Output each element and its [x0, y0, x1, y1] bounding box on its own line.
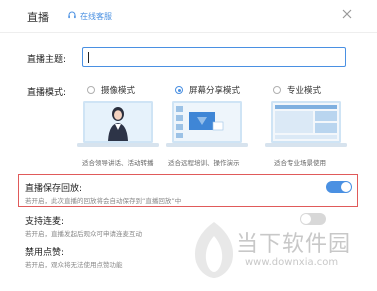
text-caret — [88, 52, 89, 63]
save-replay-label: 直播保存回放: — [25, 184, 83, 194]
watermark-text: 当下软件园 — [236, 232, 352, 257]
co-stream-label: 支持连麦: — [25, 217, 65, 227]
toggle-knob — [301, 214, 311, 224]
mode-screen-share-desc: 适合远程培训、操作演示 — [168, 159, 240, 167]
disable-likes-desc: 若开启，观众将无法使用点赞功能 — [25, 261, 123, 269]
radio-screen-share[interactable] — [175, 86, 183, 94]
screen-share-illustration[interactable] — [164, 100, 250, 150]
watermark-logo-icon — [194, 222, 234, 278]
co-stream-desc: 若开启，直播发起后观众可申请连麦互动 — [25, 230, 142, 238]
professional-mode-illustration[interactable] — [263, 100, 349, 150]
watermark-url: www.downxia.com — [245, 257, 339, 268]
save-replay-toggle[interactable] — [326, 181, 352, 193]
save-replay-desc: 若开启，此次直播的回放将会自动保存到“直播回放”中 — [25, 197, 182, 205]
headset-icon[interactable] — [67, 10, 77, 20]
dialog-title: 直播 — [27, 11, 49, 24]
close-icon[interactable] — [341, 8, 353, 20]
disable-likes-label: 禁用点赞: — [25, 248, 65, 258]
dialog-header: 直播 在线客服 — [0, 0, 377, 33]
mode-professional-label: 专业模式 — [287, 86, 322, 96]
mode-camera-desc: 适合领导讲话、活动转播 — [82, 159, 154, 167]
co-stream-toggle[interactable] — [300, 213, 326, 225]
radio-camera[interactable] — [87, 86, 95, 94]
topic-input[interactable] — [82, 47, 346, 67]
topic-label: 直播主题: — [27, 55, 67, 65]
camera-mode-illustration[interactable] — [75, 100, 161, 150]
radio-professional[interactable] — [273, 86, 281, 94]
mode-professional-desc: 适合专业场景使用 — [274, 159, 326, 167]
mode-screen-share-label: 屏幕分享模式 — [189, 86, 241, 96]
mode-label: 直播模式: — [27, 88, 67, 98]
online-service-link[interactable]: 在线客服 — [80, 11, 112, 22]
toggle-knob — [341, 182, 351, 192]
mode-camera-label: 摄像模式 — [101, 86, 136, 96]
